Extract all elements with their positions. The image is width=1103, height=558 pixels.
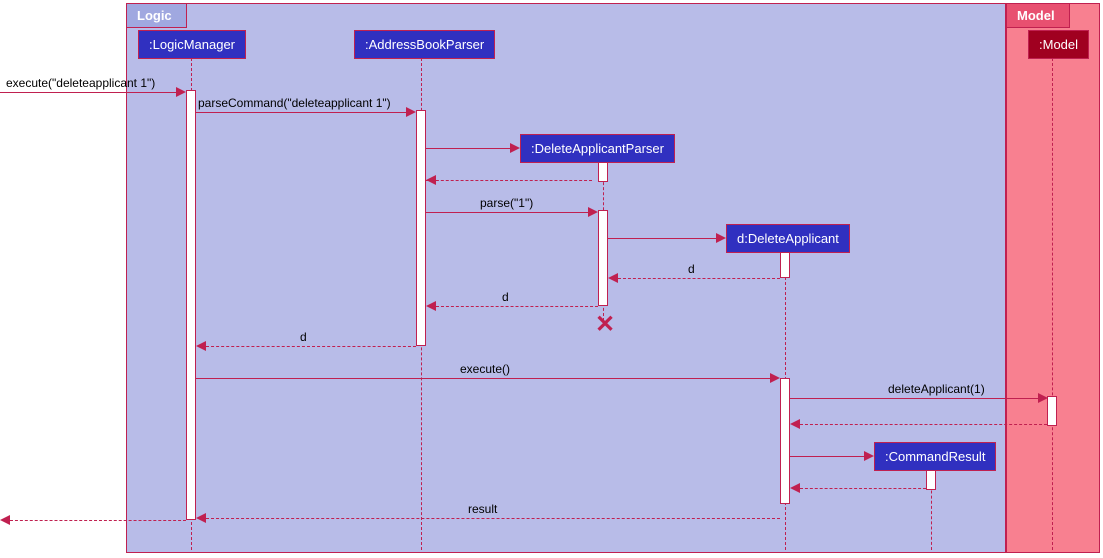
msg-create-dap-head [510, 143, 520, 153]
msg-finalret-line [10, 520, 186, 521]
msg-create-dap-ret-head [426, 175, 436, 185]
msg-returnd2-label: d [502, 290, 509, 304]
lifeline-model [1052, 58, 1053, 550]
msg-deleteapp-ret [800, 424, 1047, 425]
activation-address-book-parser [416, 110, 426, 346]
msg-execute2-line [196, 378, 772, 379]
msg-result-head [196, 513, 206, 523]
participant-model: :Model [1028, 30, 1089, 59]
msg-parsecommand-label: parseCommand("deleteapplicant 1") [198, 96, 391, 110]
participant-delete-applicant-parser: :DeleteApplicantParser [520, 134, 675, 163]
msg-returnd2-head [426, 301, 436, 311]
msg-parse1-head [588, 207, 598, 217]
msg-create-dap-ret [426, 180, 592, 181]
msg-execute1-head [176, 87, 186, 97]
msg-create-cr-ret [800, 488, 926, 489]
msg-returnd3-line [206, 346, 416, 347]
msg-create-dap-line [426, 148, 512, 149]
model-container: Model [1006, 3, 1100, 553]
msg-parse1-line [426, 212, 590, 213]
participant-delete-applicant: d:DeleteApplicant [726, 224, 850, 253]
activation-model [1047, 396, 1057, 426]
msg-returnd1-head [608, 273, 618, 283]
msg-execute1-label: execute("deleteapplicant 1") [6, 76, 155, 90]
participant-command-result: :CommandResult [874, 442, 996, 471]
msg-returnd2-line [436, 306, 598, 307]
participant-address-book-parser: :AddressBookParser [354, 30, 495, 59]
msg-returnd3-label: d [300, 330, 307, 344]
msg-create-cr-ret-head [790, 483, 800, 493]
msg-deleteapp-ret-head [790, 419, 800, 429]
msg-deleteapp-label: deleteApplicant(1) [888, 382, 985, 396]
msg-returnd3-head [196, 341, 206, 351]
msg-returnd1-line [618, 278, 780, 279]
msg-create-da-head [716, 233, 726, 243]
activation-da-2 [780, 378, 790, 504]
msg-finalret-head [0, 515, 10, 525]
msg-parsecommand-line [196, 112, 408, 113]
msg-create-da-line [608, 238, 718, 239]
msg-deleteapp-line [790, 398, 1040, 399]
msg-execute2-label: execute() [460, 362, 510, 376]
activation-logic-manager [186, 90, 196, 520]
msg-parsecommand-head [406, 107, 416, 117]
destroy-dap: ✕ [595, 310, 615, 339]
msg-result-line [206, 518, 780, 519]
msg-execute2-head [770, 373, 780, 383]
model-title: Model [1007, 4, 1070, 28]
msg-returnd1-label: d [688, 262, 695, 276]
msg-parse1-label: parse("1") [480, 196, 533, 210]
activation-dap-2 [598, 210, 608, 306]
msg-execute1-line [0, 92, 178, 93]
msg-create-cr-line [790, 456, 866, 457]
participant-logic-manager: :LogicManager [138, 30, 246, 59]
logic-title: Logic [127, 4, 187, 28]
msg-create-cr-head [864, 451, 874, 461]
msg-result-label: result [468, 502, 497, 516]
